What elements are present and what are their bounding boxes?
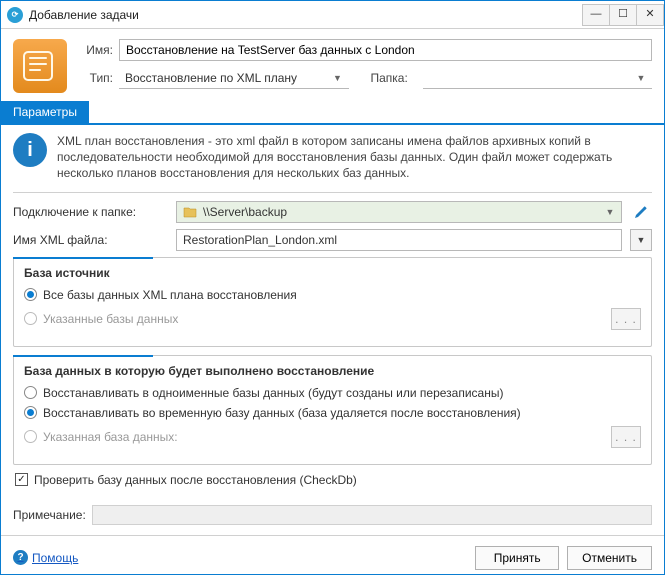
xml-file-dropdown-button[interactable]: ▼ (630, 229, 652, 251)
header: Имя: Тип: Восстановление по XML плану ▼ … (1, 29, 664, 101)
radio-icon (24, 288, 37, 301)
radio-icon (24, 312, 37, 325)
radio-temp-label: Восстанавливать во временную базу данных… (43, 406, 521, 420)
task-scroll-icon (13, 39, 67, 93)
type-label: Тип: (77, 71, 113, 85)
radio-specified-label: Указанные базы данных (43, 312, 178, 326)
tab-bar: Параметры (1, 101, 664, 125)
radio-specified-databases[interactable]: Указанные базы данных . . . (24, 308, 641, 330)
checkdb-label: Проверить базу данных после восстановлен… (34, 473, 357, 487)
app-icon: ⟳ (7, 7, 23, 23)
xml-label: Имя XML файла: (13, 233, 168, 247)
radio-all-databases[interactable]: Все базы данных XML плана восстановления (24, 288, 641, 302)
maximize-button[interactable]: ☐ (609, 4, 637, 26)
minimize-button[interactable]: — (582, 4, 610, 26)
panel-parameters: i XML план восстановления - это xml файл… (1, 125, 664, 501)
radio-temporary[interactable]: Восстанавливать во временную базу данных… (24, 406, 641, 420)
type-combo[interactable]: Восстановление по XML плану ▼ (119, 67, 349, 89)
folder-combo[interactable]: ▼ (423, 67, 653, 89)
window-title: Добавление задачи (29, 8, 582, 22)
folder-icon (183, 206, 197, 218)
title-bar: ⟳ Добавление задачи — ☐ ✕ (1, 1, 664, 29)
group-target: База данных в которую будет выполнено во… (13, 355, 652, 465)
connection-value: \\Server\backup (203, 205, 603, 219)
radio-all-label: Все базы данных XML плана восстановления (43, 288, 297, 302)
footer: ? Помощь Принять Отменить (1, 535, 664, 580)
help-label: Помощь (32, 551, 78, 565)
radio-same-name[interactable]: Восстанавливать в одноименные базы данны… (24, 386, 641, 400)
type-combo-text: Восстановление по XML плану (125, 71, 331, 85)
close-button[interactable]: ✕ (636, 4, 664, 26)
note-input[interactable] (92, 505, 652, 525)
note-label: Примечание: (13, 508, 86, 522)
checkbox-icon: ✓ (15, 473, 28, 486)
note-row: Примечание: (13, 505, 652, 525)
caret-down-icon: ▼ (634, 73, 648, 83)
edit-connection-button[interactable] (630, 201, 652, 223)
help-icon: ? (13, 550, 28, 565)
help-link[interactable]: ? Помощь (13, 550, 78, 565)
folder-label: Папка: (371, 71, 417, 85)
radio-icon (24, 430, 37, 443)
specified-databases-browse-button[interactable]: . . . (611, 308, 641, 330)
name-label: Имя: (77, 43, 113, 57)
info-icon: i (13, 133, 47, 167)
connection-label: Подключение к папке: (13, 205, 168, 219)
window-buttons: — ☐ ✕ (582, 4, 664, 26)
info-row: i XML план восстановления - это xml файл… (13, 133, 652, 193)
caret-down-icon: ▼ (603, 207, 617, 217)
radio-specified-target[interactable]: Указанная база данных: . . . (24, 426, 641, 448)
group-source-title: База источник (24, 266, 641, 280)
tab-parameters[interactable]: Параметры (1, 101, 89, 123)
radio-spec-label: Указанная база данных: (43, 430, 178, 444)
specified-target-browse-button[interactable]: . . . (611, 426, 641, 448)
info-text: XML план восстановления - это xml файл в… (57, 133, 652, 182)
xml-file-input[interactable]: RestorationPlan_London.xml (176, 229, 622, 251)
cancel-button[interactable]: Отменить (567, 546, 652, 570)
group-target-title: База данных в которую будет выполнено во… (24, 364, 641, 378)
group-source: База источник Все базы данных XML плана … (13, 257, 652, 347)
radio-icon (24, 406, 37, 419)
accept-button[interactable]: Принять (475, 546, 559, 570)
checkdb-checkbox[interactable]: ✓ Проверить базу данных после восстановл… (15, 473, 652, 487)
connection-select[interactable]: \\Server\backup ▼ (176, 201, 622, 223)
caret-down-icon: ▼ (331, 73, 345, 83)
name-input[interactable] (119, 39, 652, 61)
xml-file-value: RestorationPlan_London.xml (183, 233, 617, 247)
radio-icon (24, 386, 37, 399)
radio-same-label: Восстанавливать в одноименные базы данны… (43, 386, 503, 400)
